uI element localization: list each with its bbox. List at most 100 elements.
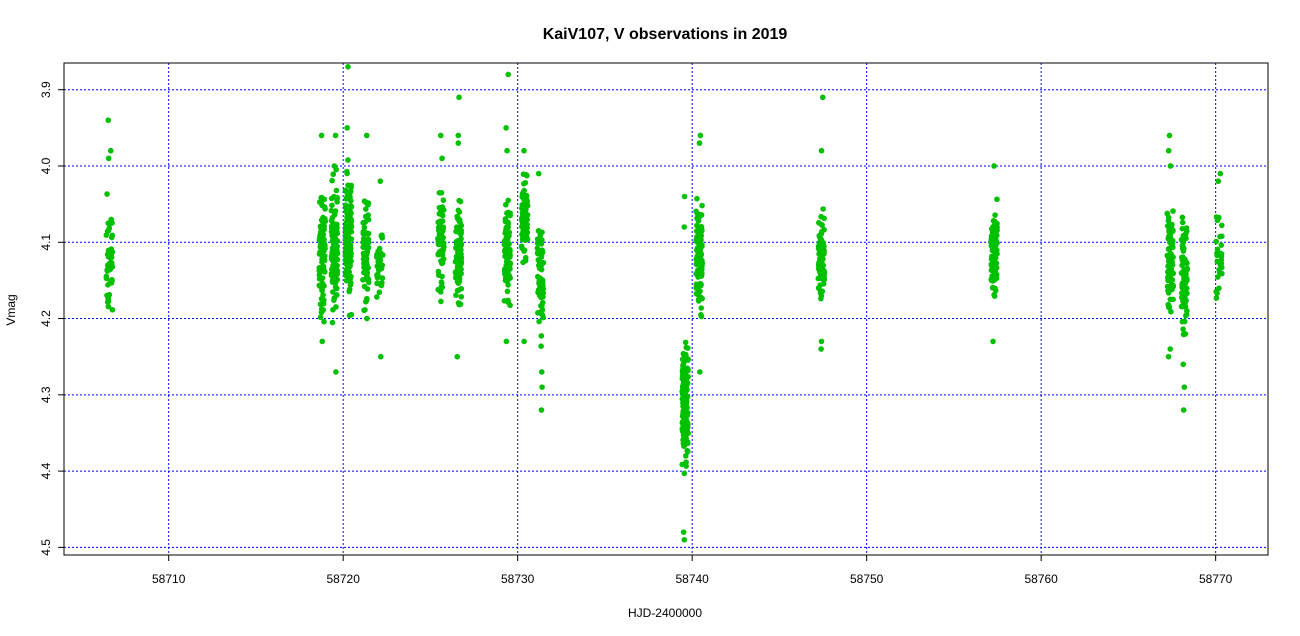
data-point [1182,331,1189,337]
data-point [1184,260,1190,266]
data-point [683,459,689,465]
data-point [457,301,464,307]
data-point [1165,268,1171,275]
data-point [363,297,370,304]
data-point [1170,282,1176,289]
x-axis-ticks: 58710 58720 58730 58740 58750 58760 58770 [152,555,1233,586]
data-point [1214,290,1220,297]
data-point [696,288,703,294]
data-point [684,425,691,432]
data-point [379,232,385,239]
data-point [320,292,326,298]
data-point [991,163,997,169]
data-point [504,245,510,251]
data-point [1165,353,1172,360]
data-point [330,257,337,263]
data-point [329,319,336,326]
data-point [1170,208,1176,214]
data-point [321,318,327,325]
data-point [683,418,689,425]
data-point [456,197,463,204]
data-point [375,272,381,278]
data-point [1180,326,1186,332]
data-point [696,140,703,146]
data-point [1183,235,1189,242]
data-point [321,297,327,303]
data-point [821,226,827,233]
data-point [519,217,526,224]
data-point [452,269,459,276]
data-point [363,206,369,212]
data-point [818,295,824,302]
data-point [1214,217,1221,224]
data-point [105,155,112,162]
data-point [540,260,546,266]
y-tick-label: 4.3 [39,386,53,403]
data-point [328,195,335,202]
data-point [458,261,464,268]
data-point [989,284,996,291]
data-point [361,283,368,290]
data-point [437,132,444,139]
data-point [435,272,442,278]
data-point [991,237,997,244]
data-point [990,338,996,345]
data-point [522,254,529,261]
data-point [439,218,446,224]
data-point [1165,258,1172,265]
data-point [317,268,323,275]
data-point [456,229,463,235]
scatter-chart: KaiV107, V observations in 2019 HJD-2400… [4,26,1269,620]
data-point [695,246,702,253]
data-point [331,295,338,301]
data-point [458,293,465,300]
y-axis-label: Vmag [4,294,18,325]
data-point [107,147,114,154]
data-point [109,306,116,313]
data-point [1219,233,1225,240]
data-point [536,318,542,325]
data-point [503,125,509,131]
data-point [504,288,511,295]
data-point [363,239,370,245]
data-point [1164,274,1171,281]
data-point [321,204,328,210]
data-point [332,240,339,247]
data-point [454,353,461,360]
data-point [458,254,465,261]
data-point [109,220,115,226]
data-point [695,298,702,304]
data-point [441,243,447,250]
data-point [539,384,545,390]
data-point [522,233,528,240]
data-point [523,192,530,199]
data-point [1166,132,1173,139]
data-point [1179,219,1186,226]
data-point [681,193,688,200]
data-point [456,209,463,215]
data-point [817,233,823,240]
data-point [453,292,459,299]
data-point [345,157,351,163]
data-point [684,412,691,419]
data-point [361,307,367,314]
data-point [684,439,691,445]
data-point [1166,231,1173,238]
data-point [993,273,999,280]
data-point [348,258,354,264]
data-point [438,279,445,285]
data-point [438,298,444,305]
x-tick-label: 58730 [501,572,535,586]
data-point [816,263,822,270]
data-point [505,297,511,304]
data-point [440,207,447,213]
data-point [684,447,691,454]
data-point [504,147,510,154]
data-point [344,125,350,131]
data-point [343,244,349,251]
data-point [817,245,824,252]
data-point [522,226,529,233]
data-point [1180,269,1187,275]
y-tick-label: 4.4 [39,462,53,479]
data-point [683,393,690,399]
